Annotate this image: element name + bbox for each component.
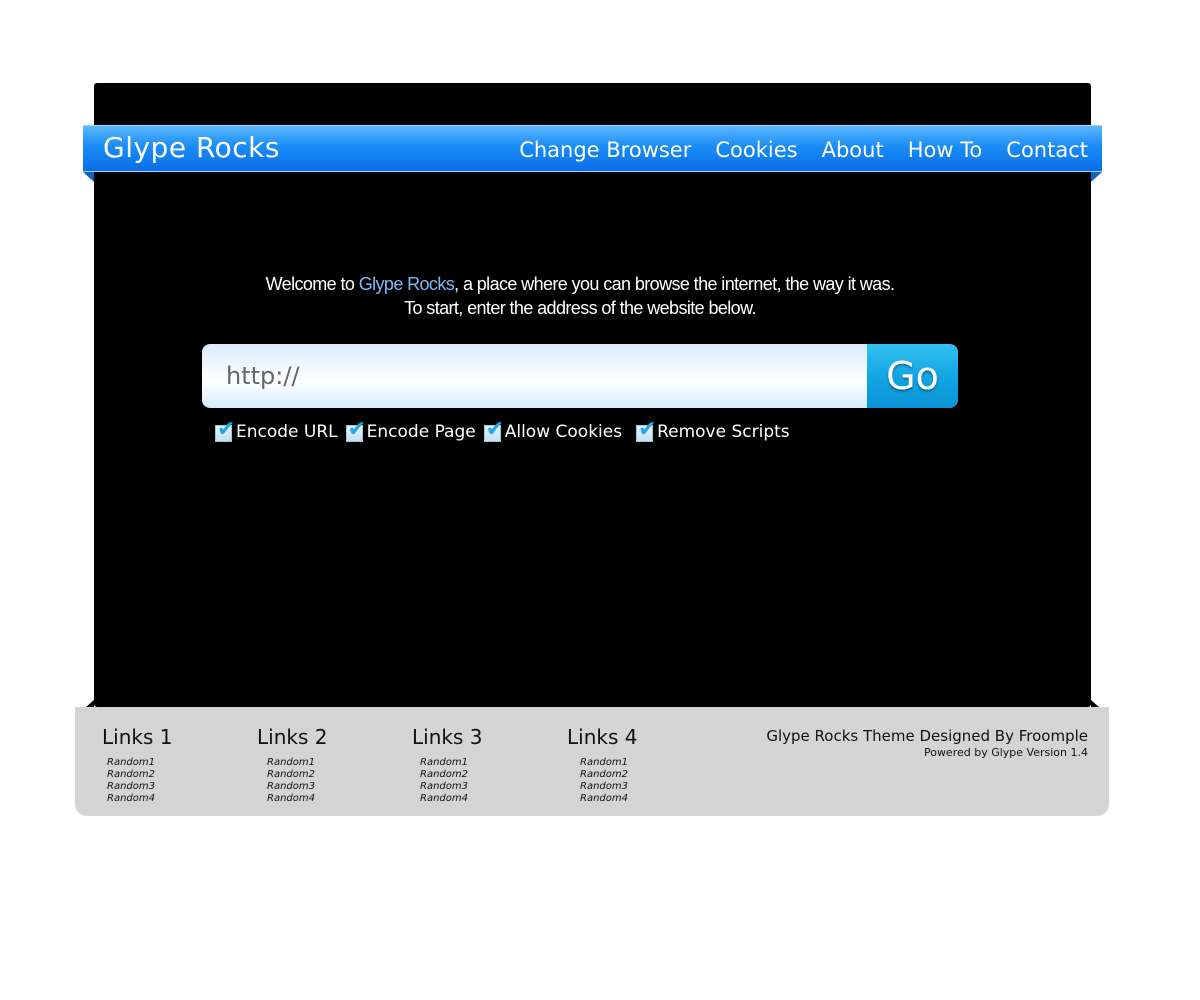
check-icon: ✔	[347, 416, 367, 442]
nav-how-to[interactable]: How To	[908, 136, 983, 164]
footer-link[interactable]: Random4	[107, 793, 172, 805]
footer-link[interactable]: Random2	[580, 769, 637, 781]
footer-link[interactable]: Random1	[420, 757, 482, 769]
links-heading: Links 3	[412, 725, 483, 749]
footer-link[interactable]: Random1	[580, 757, 637, 769]
nav-about[interactable]: About	[822, 136, 884, 164]
options-row: ✔ Encode URL ✔ Encode Page ✔ Allow Cooki…	[215, 418, 798, 442]
nav-fold-right	[1091, 172, 1102, 182]
welcome-line-2: To start, enter the address of the websi…	[404, 298, 756, 318]
powered-by: Powered by Glype Version 1.4	[923, 746, 1088, 759]
encode-url-checkbox[interactable]: ✔	[215, 418, 235, 442]
remove-scripts-checkbox[interactable]: ✔	[636, 418, 657, 442]
option-encode-page[interactable]: ✔ Encode Page	[345, 418, 476, 442]
welcome-brand: Glype Rocks	[358, 274, 455, 294]
option-label: Encode Page	[366, 422, 476, 442]
links-column-3: Links 3 Random1 Random2 Random3 Random4	[412, 725, 482, 805]
footer: Links 1 Random1 Random2 Random3 Random4 …	[75, 707, 1109, 816]
links-column-4: Links 4 Random1 Random2 Random3 Random4	[567, 725, 637, 805]
footer-fold-left	[86, 700, 94, 707]
option-remove-scripts[interactable]: ✔ Remove Scripts	[636, 418, 790, 442]
footer-link[interactable]: Random4	[267, 793, 327, 805]
encode-page-checkbox[interactable]: ✔	[345, 418, 366, 442]
links-heading: Links 4	[567, 725, 638, 749]
nav-cookies[interactable]: Cookies	[715, 136, 797, 164]
option-encode-url[interactable]: ✔ Encode URL	[215, 418, 338, 442]
footer-link[interactable]: Random1	[107, 757, 172, 769]
footer-link[interactable]: Random2	[267, 769, 327, 781]
footer-link[interactable]: Random3	[420, 781, 482, 793]
theme-credit: Glype Rocks Theme Designed By Froomple	[766, 727, 1088, 745]
site-title[interactable]: Glype Rocks	[103, 131, 280, 165]
allow-cookies-checkbox[interactable]: ✔	[483, 418, 504, 442]
check-icon: ✔	[485, 416, 505, 442]
check-icon: ✔	[217, 416, 236, 442]
url-input[interactable]	[202, 344, 867, 408]
nav-contact[interactable]: Contact	[1006, 136, 1088, 164]
nav-change-browser[interactable]: Change Browser	[519, 136, 691, 164]
links-heading: Links 1	[102, 725, 173, 749]
welcome-prefix: Welcome to	[265, 274, 359, 294]
nav-fold-left	[83, 172, 94, 182]
url-form: Go	[202, 344, 958, 408]
footer-link[interactable]: Random3	[107, 781, 172, 793]
links-column-2: Links 2 Random1 Random2 Random3 Random4	[257, 725, 327, 805]
welcome-line-1-rest: , a place where you can browse the inter…	[454, 274, 895, 294]
footer-link[interactable]: Random2	[420, 769, 482, 781]
footer-link[interactable]: Random2	[107, 769, 172, 781]
option-label: Remove Scripts	[657, 422, 790, 442]
welcome-message: Welcome to Glype Rocks, a place where yo…	[200, 272, 960, 320]
links-heading: Links 2	[257, 725, 328, 749]
footer-link[interactable]: Random3	[267, 781, 327, 793]
option-label: Allow Cookies	[504, 422, 623, 442]
main-nav: Change Browser Cookies About How To Cont…	[519, 136, 1088, 164]
footer-link[interactable]: Random4	[420, 793, 482, 805]
footer-fold-right	[1091, 700, 1099, 707]
footer-link[interactable]: Random4	[580, 793, 637, 805]
go-button[interactable]: Go	[867, 344, 958, 408]
footer-link[interactable]: Random3	[580, 781, 637, 793]
option-allow-cookies[interactable]: ✔ Allow Cookies	[483, 418, 623, 442]
footer-credit: Glype Rocks Theme Designed By Froomple P…	[766, 726, 1088, 760]
check-icon: ✔	[638, 416, 657, 442]
links-column-1: Links 1 Random1 Random2 Random3 Random4	[102, 725, 172, 805]
welcome-line-1: Welcome to Glype Rocks, a place where yo…	[200, 272, 960, 296]
option-label: Encode URL	[236, 422, 338, 442]
footer-link[interactable]: Random1	[267, 757, 327, 769]
